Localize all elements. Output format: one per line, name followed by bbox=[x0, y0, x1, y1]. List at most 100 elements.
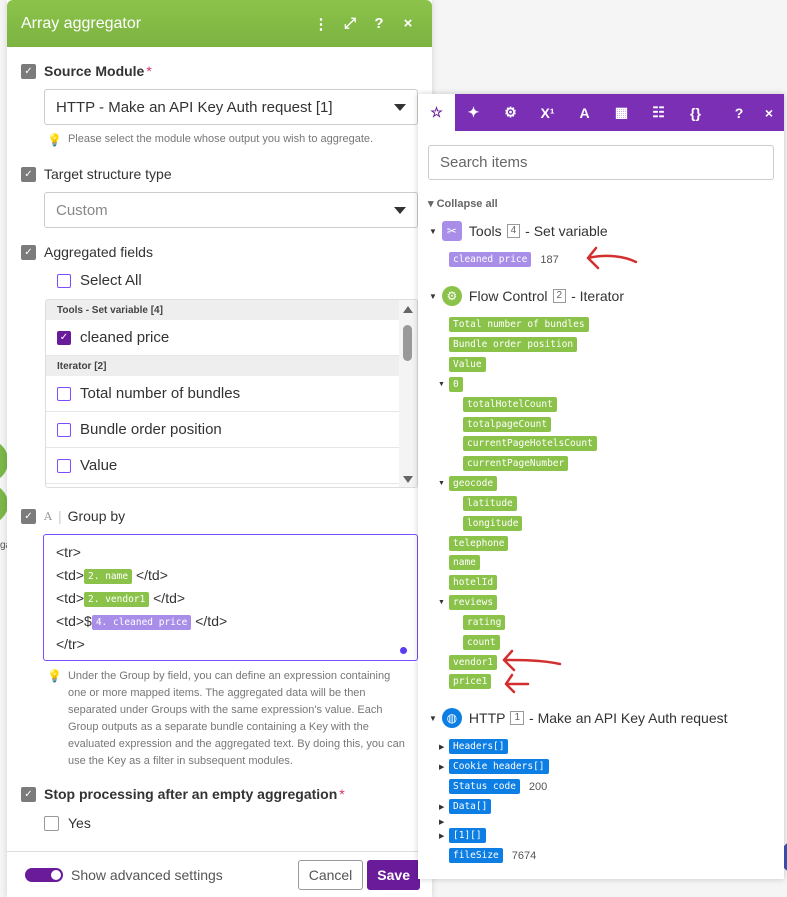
editor-resize-handle[interactable] bbox=[400, 647, 407, 654]
expand-icon[interactable]: ⤢ bbox=[340, 15, 360, 32]
section-toggle-icon[interactable]: ✓ bbox=[21, 244, 36, 260]
expand-triangle-icon[interactable]: ▼ bbox=[438, 599, 445, 606]
http-item[interactable]: [1][] bbox=[449, 828, 495, 843]
mapping-pill[interactable]: longitude bbox=[463, 516, 523, 531]
expand-triangle-icon[interactable]: ▼ bbox=[429, 292, 437, 301]
mapping-pill[interactable]: totalpageCount bbox=[463, 417, 552, 432]
mapping-pill[interactable]: Cookie headers[] bbox=[449, 759, 549, 774]
mapping-pill[interactable]: Value bbox=[449, 357, 486, 372]
flow-item[interactable]: currentPageHotelsCount bbox=[463, 436, 606, 451]
flow-item[interactable]: rating bbox=[463, 615, 514, 630]
flow-item[interactable]: Total number of bundles bbox=[449, 317, 598, 332]
flow-item[interactable]: price1 bbox=[449, 674, 500, 689]
flow-item[interactable]: hotelId bbox=[449, 575, 506, 590]
flow-item[interactable]: 0 bbox=[449, 377, 472, 392]
mapping-pill[interactable]: 0 bbox=[449, 377, 463, 392]
braces-icon[interactable]: {} bbox=[677, 94, 714, 131]
flow-item[interactable]: totalpageCount bbox=[463, 417, 560, 432]
http-item[interactable]: Data[] bbox=[449, 799, 500, 814]
field-row[interactable]: Value bbox=[46, 448, 399, 484]
section-toggle-icon[interactable]: ✓ bbox=[21, 786, 36, 802]
help-icon[interactable]: ? bbox=[369, 15, 389, 32]
mapping-pill[interactable]: fileSize bbox=[449, 848, 503, 863]
mapping-pill[interactable]: price1 bbox=[449, 674, 492, 689]
sparkle-icon[interactable]: ✦ bbox=[455, 94, 492, 131]
mapping-pill[interactable]: Status code bbox=[449, 779, 520, 794]
more-menu-icon[interactable]: ⋮ bbox=[311, 15, 331, 33]
field-row[interactable]: ✓ cleaned price bbox=[46, 320, 399, 356]
flow-item[interactable]: longitude bbox=[463, 516, 531, 531]
http-item[interactable]: Status code 200 bbox=[449, 779, 547, 794]
flow-item[interactable]: Value bbox=[449, 357, 495, 372]
mapping-pill[interactable]: telephone bbox=[449, 536, 509, 551]
expand-triangle-icon[interactable]: ▼ bbox=[429, 227, 437, 236]
mapping-pill[interactable]: rating bbox=[463, 615, 506, 630]
section-toggle-icon[interactable]: ✓ bbox=[21, 63, 36, 79]
expand-triangle-icon[interactable]: ▶ bbox=[439, 818, 444, 826]
checkbox[interactable] bbox=[57, 458, 71, 473]
module-flow-control[interactable]: ▼ ⚙ Flow Control 2 - Iterator bbox=[429, 286, 624, 306]
expand-triangle-icon[interactable]: ▶ bbox=[439, 803, 444, 811]
tools-item[interactable]: cleaned price 187 bbox=[449, 252, 559, 267]
module-http[interactable]: ▼ ◍ HTTP 1 - Make an API Key Auth reques… bbox=[429, 708, 728, 728]
table-icon[interactable]: ☷ bbox=[640, 94, 677, 131]
save-button[interactable]: Save bbox=[367, 859, 420, 890]
stop-processing-option[interactable]: Yes bbox=[44, 815, 91, 831]
collapse-all-button[interactable]: ▾ Collapse all bbox=[428, 197, 498, 210]
text-icon[interactable]: A bbox=[566, 94, 603, 131]
mapped-pill[interactable]: 2. vendor1 bbox=[84, 592, 150, 607]
yes-checkbox[interactable] bbox=[44, 815, 59, 831]
mapping-pill[interactable]: latitude bbox=[463, 496, 517, 511]
section-toggle-icon[interactable]: ✓ bbox=[21, 508, 36, 524]
flow-item[interactable]: latitude bbox=[463, 496, 526, 511]
expand-triangle-icon[interactable]: ▼ bbox=[429, 714, 437, 723]
http-item[interactable]: Cookie headers[] bbox=[449, 759, 558, 774]
mapping-pill[interactable]: Total number of bundles bbox=[449, 317, 589, 332]
flow-item[interactable]: name bbox=[449, 555, 489, 570]
star-icon[interactable]: ☆ bbox=[418, 94, 455, 131]
close-icon[interactable]: × bbox=[754, 94, 784, 131]
mapping-pill[interactable]: geocode bbox=[449, 476, 498, 491]
mapping-pill[interactable]: cleaned price bbox=[449, 252, 532, 267]
scroll-thumb[interactable] bbox=[403, 325, 412, 361]
mapping-pill[interactable]: [1][] bbox=[449, 828, 486, 843]
expand-triangle-icon[interactable]: ▼ bbox=[438, 480, 445, 487]
module-tools[interactable]: ▼ ✂ Tools 4 - Set variable bbox=[429, 221, 608, 241]
close-icon[interactable]: × bbox=[398, 15, 418, 32]
flow-item[interactable]: geocode bbox=[449, 476, 506, 491]
flow-item[interactable]: telephone bbox=[449, 536, 517, 551]
checkbox-checked[interactable]: ✓ bbox=[57, 330, 71, 345]
advanced-settings-toggle[interactable] bbox=[25, 867, 63, 882]
mapping-pill[interactable]: Headers[] bbox=[449, 739, 509, 754]
source-module-select[interactable]: HTTP - Make an API Key Auth request [1] bbox=[44, 89, 418, 125]
help-icon[interactable]: ? bbox=[724, 94, 754, 131]
field-row[interactable]: Total number of bundles bbox=[46, 376, 399, 412]
select-all-checkbox[interactable] bbox=[57, 273, 71, 288]
mapping-pill[interactable]: name bbox=[449, 555, 480, 570]
expand-triangle-icon[interactable]: ▶ bbox=[439, 832, 444, 840]
scroll-up-icon[interactable] bbox=[403, 306, 413, 313]
section-toggle-icon[interactable]: ✓ bbox=[21, 166, 36, 182]
mapped-pill[interactable]: 4. cleaned price bbox=[91, 615, 192, 630]
mapping-pill[interactable]: Data[] bbox=[449, 799, 492, 814]
mapping-pill[interactable]: hotelId bbox=[449, 575, 498, 590]
flow-item[interactable]: totalHotelCount bbox=[463, 397, 566, 412]
cancel-button[interactable]: Cancel bbox=[297, 859, 364, 890]
expand-triangle-icon[interactable]: ▼ bbox=[438, 381, 445, 388]
calendar-icon[interactable]: ▦ bbox=[603, 94, 640, 131]
mapping-pill[interactable]: totalHotelCount bbox=[463, 397, 557, 412]
expand-triangle-icon[interactable]: ▶ bbox=[439, 743, 444, 751]
scroll-down-icon[interactable] bbox=[403, 476, 413, 483]
checkbox[interactable] bbox=[57, 422, 71, 437]
mapping-pill[interactable]: currentPageNumber bbox=[463, 456, 569, 471]
http-item[interactable]: Headers[] bbox=[449, 739, 517, 754]
gear-icon[interactable]: ⚙ bbox=[492, 94, 529, 131]
expand-triangle-icon[interactable]: ▶ bbox=[439, 763, 444, 771]
flow-item[interactable]: currentPageNumber bbox=[463, 456, 577, 471]
group-by-editor[interactable]: <tr> <td> 2. name </td> <td> 2. vendor1 </… bbox=[43, 534, 418, 661]
mapped-pill[interactable]: 2. name bbox=[84, 569, 133, 584]
mapping-pill[interactable]: currentPageHotelsCount bbox=[463, 436, 597, 451]
checkbox[interactable] bbox=[57, 386, 71, 401]
superscript-icon[interactable]: X¹ bbox=[529, 94, 566, 131]
select-all-row[interactable]: Select All bbox=[57, 272, 142, 289]
